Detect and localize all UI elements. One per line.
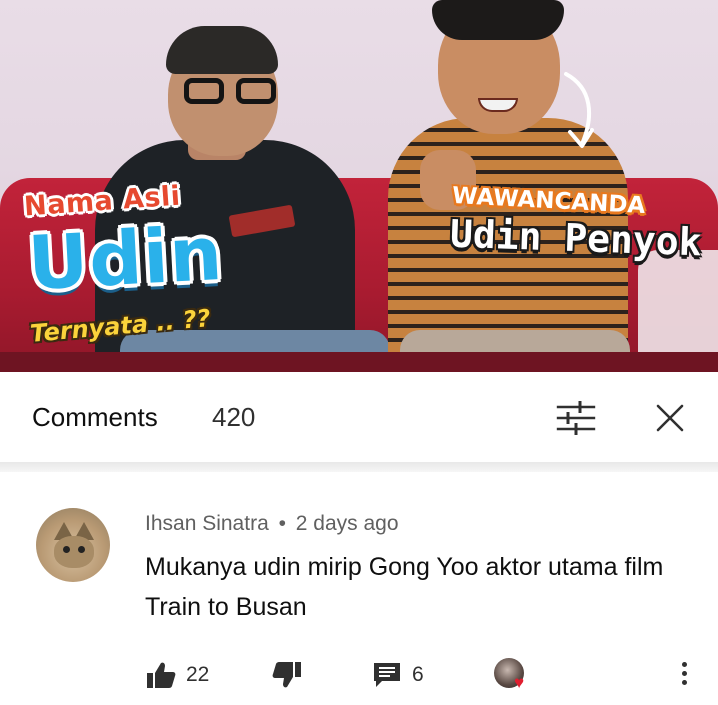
comment-meta: Ihsan Sinatra • 2 days ago	[145, 512, 399, 536]
comment-author[interactable]: Ihsan Sinatra	[145, 512, 269, 535]
replies-button[interactable]: 6	[372, 658, 424, 692]
thumbnail-caption-udin-penyok: Udin Penyok	[449, 211, 703, 265]
comments-count: 420	[212, 402, 256, 432]
meta-separator: •	[278, 512, 286, 535]
comment-text: Mukanya udin mirip Gong Yoo aktor utama …	[145, 553, 664, 621]
arrow-down-icon	[564, 72, 594, 148]
creator-heart-badge: ♥	[494, 658, 536, 694]
comments-header: Comments 420	[0, 372, 718, 462]
cat-photo	[54, 536, 94, 568]
close-button[interactable]	[648, 396, 692, 440]
comment-actions: 22 6 ♥	[0, 650, 718, 700]
comments-title: Comments	[32, 402, 158, 432]
heart-icon: ♥	[514, 673, 525, 692]
video-thumbnail[interactable]: Nama Asli Udin Ternyata .. ?? WAWANCANDA…	[0, 0, 718, 372]
thumbs-up-icon	[147, 662, 176, 688]
thumbnail-caption-udin: Udin	[25, 210, 226, 308]
like-count: 22	[186, 663, 210, 686]
sort-sliders-icon	[556, 401, 596, 435]
close-x-icon	[656, 404, 684, 432]
comment-bubble-icon	[374, 663, 400, 687]
more-vertical-icon	[672, 662, 696, 685]
more-options-button[interactable]	[672, 658, 696, 694]
dislike-button[interactable]	[272, 658, 302, 692]
header-divider	[0, 462, 718, 472]
commenter-avatar[interactable]	[36, 508, 110, 582]
sort-button[interactable]	[554, 398, 598, 438]
thumbs-down-icon	[272, 662, 301, 688]
glasses-graphic	[184, 78, 280, 104]
comment-time: 2 days ago	[295, 512, 399, 535]
like-button[interactable]: 22	[146, 658, 209, 692]
reply-count: 6	[412, 663, 424, 686]
